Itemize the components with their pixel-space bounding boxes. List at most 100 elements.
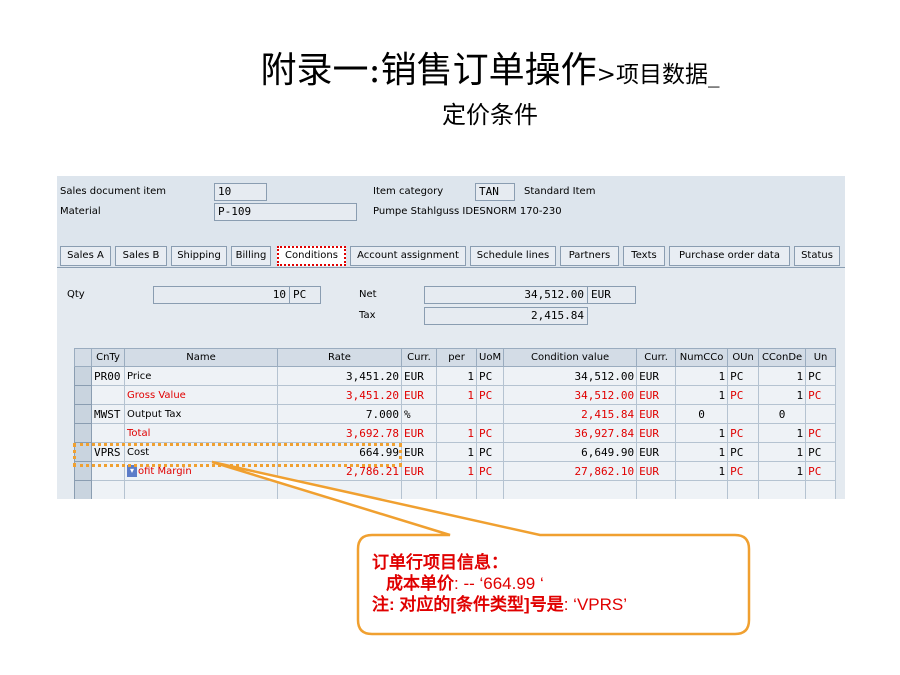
cell-condition-value: 34,512.00 bbox=[503, 385, 638, 405]
cell-cnty[interactable]: MWST bbox=[91, 404, 125, 424]
cell-numcco: 1 bbox=[675, 366, 729, 386]
col-header-rate[interactable]: Rate bbox=[277, 348, 402, 367]
table-row[interactable]: MWST Output Tax 7.000 % 2,415.84 EUR 0 0 bbox=[74, 404, 837, 424]
category-field[interactable]: TAN bbox=[475, 183, 515, 201]
item-label: Sales document item bbox=[60, 186, 167, 197]
cell-un: PC bbox=[805, 461, 837, 481]
item-field[interactable]: 10 bbox=[214, 183, 267, 201]
col-header-name[interactable]: Name bbox=[124, 348, 278, 367]
cell-ccondе: 1 bbox=[758, 442, 807, 462]
cell-rate: 3,692.78 bbox=[277, 423, 402, 443]
cell-curr2: EUR bbox=[636, 404, 677, 424]
material-desc: Pumpe Stahlguss IDESNORM 170-230 bbox=[373, 206, 562, 217]
pricing-conditions-table: CnTy Name Rate Curr. per UoM Condition v… bbox=[74, 348, 845, 499]
tab-account-assignment[interactable]: Account assignment bbox=[350, 246, 466, 266]
net-value-field[interactable]: 34,512.00 bbox=[424, 286, 588, 304]
callout-line3: 注: 对应的[条件类型]号是: ‘VPRS’ bbox=[372, 594, 742, 615]
cell-uom[interactable] bbox=[475, 404, 505, 424]
empty-cell[interactable] bbox=[436, 480, 477, 499]
empty-cell[interactable] bbox=[277, 480, 402, 499]
empty-cell[interactable] bbox=[401, 480, 437, 499]
cell-uom[interactable]: PC bbox=[475, 366, 505, 386]
tab-shipping[interactable]: Shipping bbox=[171, 246, 227, 266]
col-header-uom[interactable]: UoM bbox=[475, 348, 505, 367]
callout-cost-label: 成本单价 bbox=[386, 574, 454, 593]
net-label: Net bbox=[359, 289, 377, 300]
col-header-numcco[interactable]: NumCCo bbox=[675, 348, 729, 367]
cell-per[interactable]: 1 bbox=[436, 366, 477, 386]
table-row-empty[interactable] bbox=[74, 480, 837, 499]
col-header-condition-value[interactable]: Condition value bbox=[503, 348, 638, 367]
cell-name: Gross Value bbox=[124, 385, 278, 405]
cell-ccondе: 1 bbox=[758, 385, 807, 405]
tab-partners[interactable]: Partners bbox=[560, 246, 619, 266]
material-label: Material bbox=[60, 206, 101, 217]
cell-numcco: 0 bbox=[675, 404, 729, 424]
cell-curr: EUR bbox=[401, 423, 437, 443]
tab-status[interactable]: Status bbox=[794, 246, 840, 266]
cell-condition-value: 36,927.84 bbox=[503, 423, 638, 443]
cell-oun: PC bbox=[727, 385, 760, 405]
cell-per[interactable] bbox=[436, 404, 477, 424]
cell-per: 1 bbox=[436, 385, 477, 405]
row-select-header[interactable] bbox=[74, 348, 92, 367]
tab-billing[interactable]: Billing bbox=[231, 246, 271, 266]
empty-cell bbox=[758, 480, 807, 499]
empty-cell bbox=[805, 480, 837, 499]
tab-purchase-order-data[interactable]: Purchase order data bbox=[669, 246, 790, 266]
col-header-cnty[interactable]: CnTy bbox=[91, 348, 125, 367]
cell-cnty[interactable]: PR00 bbox=[91, 366, 125, 386]
cell-per[interactable]: 1 bbox=[436, 442, 477, 462]
tab-texts[interactable]: Texts bbox=[623, 246, 665, 266]
table-row[interactable]: PR00 Price 3,451.20 EUR 1 PC 34,512.00 E… bbox=[74, 366, 837, 386]
cell-uom: PC bbox=[475, 385, 505, 405]
cell-numcco: 1 bbox=[675, 442, 729, 462]
cell-rate[interactable]: 3,451.20 bbox=[277, 366, 402, 386]
cell-rate[interactable]: 7.000 bbox=[277, 404, 402, 424]
qty-unit-field[interactable]: PC bbox=[289, 286, 321, 304]
table-row[interactable]: Gross Value 3,451.20 EUR 1 PC 34,512.00 … bbox=[74, 385, 837, 405]
table-row[interactable]: Total 3,692.78 EUR 1 PC 36,927.84 EUR 1 … bbox=[74, 423, 837, 443]
col-header-curr2[interactable]: Curr. bbox=[636, 348, 677, 367]
row-selector[interactable] bbox=[74, 480, 92, 499]
row-selector[interactable] bbox=[74, 385, 92, 405]
material-field[interactable]: P-109 bbox=[214, 203, 357, 221]
col-header-curr[interactable]: Curr. bbox=[401, 348, 437, 367]
callout-note-value: : ‘VPRS’ bbox=[563, 595, 628, 614]
cell-rate: 3,451.20 bbox=[277, 385, 402, 405]
col-header-ccondе[interactable]: CConDe bbox=[758, 348, 807, 367]
row-selector[interactable] bbox=[74, 404, 92, 424]
cell-un bbox=[805, 404, 837, 424]
tab-sales-a[interactable]: Sales A bbox=[60, 246, 111, 266]
tab-schedule-lines[interactable]: Schedule lines bbox=[470, 246, 556, 266]
tab-sales-b[interactable]: Sales B bbox=[115, 246, 167, 266]
tax-label: Tax bbox=[359, 310, 376, 321]
cell-cnty[interactable] bbox=[91, 385, 125, 405]
empty-cell[interactable] bbox=[91, 480, 125, 499]
col-header-per[interactable]: per bbox=[436, 348, 477, 367]
cell-cnty[interactable] bbox=[91, 423, 125, 443]
callout-cost-value: : -- ‘664.99 ‘ bbox=[454, 574, 544, 593]
cell-name: Total bbox=[124, 423, 278, 443]
empty-cell[interactable] bbox=[124, 480, 278, 499]
row-selector[interactable] bbox=[74, 423, 92, 443]
slide-title-line1: 附录一:销售订单操作>项目数据_ bbox=[170, 48, 810, 98]
cell-per: 1 bbox=[436, 461, 477, 481]
cell-curr[interactable]: % bbox=[401, 404, 437, 424]
cell-condition-value: 2,415.84 bbox=[503, 404, 638, 424]
col-header-oun[interactable]: OUn bbox=[727, 348, 760, 367]
net-currency-field[interactable]: EUR bbox=[587, 286, 636, 304]
cell-curr[interactable]: EUR bbox=[401, 366, 437, 386]
category-desc: Standard Item bbox=[524, 186, 596, 197]
tax-value-field[interactable]: 2,415.84 bbox=[424, 307, 588, 325]
cell-curr[interactable]: EUR bbox=[401, 442, 437, 462]
qty-field[interactable]: 10 bbox=[153, 286, 290, 304]
row-selector[interactable] bbox=[74, 366, 92, 386]
empty-cell[interactable] bbox=[475, 480, 505, 499]
item-tabstrip: Sales A Sales B Shipping Billing Conditi… bbox=[57, 246, 845, 268]
col-header-un[interactable]: Un bbox=[805, 348, 837, 367]
cell-uom[interactable]: PC bbox=[475, 442, 505, 462]
cell-uom: PC bbox=[475, 423, 505, 443]
empty-cell bbox=[503, 480, 638, 499]
tab-conditions[interactable]: Conditions bbox=[277, 246, 346, 266]
